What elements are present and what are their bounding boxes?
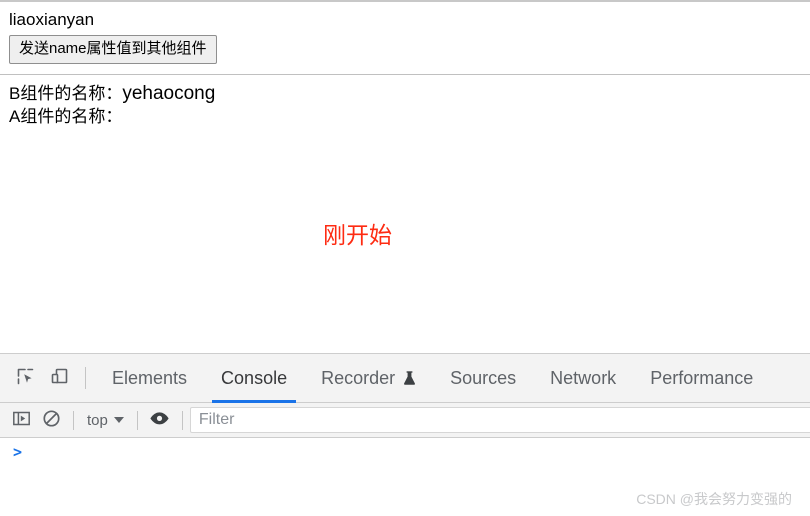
tabstrip-separator (85, 367, 86, 389)
console-context-selector[interactable]: top (81, 410, 130, 431)
console-output-area[interactable]: > CSDN @我会努力变强的 (0, 438, 810, 516)
device-toolbar-icon (49, 366, 70, 390)
toolbar-separator-2 (136, 410, 138, 430)
devtools-panel: Elements Console Recorder Sources Networ… (0, 353, 810, 516)
component-b-label: B组件的名称： (9, 84, 123, 103)
console-filter-placeholder: Filter (198, 411, 235, 428)
console-filter-input[interactable]: Filter (189, 407, 810, 433)
inspect-element-button[interactable] (8, 361, 42, 395)
console-sidebar-toggle-button[interactable] (6, 406, 36, 434)
tab-console-label: Console (221, 367, 288, 388)
toolbar-separator-3 (181, 410, 183, 430)
component-a-label: A组件的名称： (9, 107, 123, 126)
tab-performance[interactable]: Performance (633, 354, 770, 403)
devtools-tabstrip: Elements Console Recorder Sources Networ… (0, 354, 810, 403)
tab-performance-label: Performance (650, 367, 754, 388)
tab-elements-label: Elements (112, 367, 188, 388)
tab-sources[interactable]: Sources (433, 354, 533, 403)
component-b-row: B组件的名称：yehaocong (0, 75, 810, 105)
page-title: liaoxianyan (9, 10, 95, 29)
send-name-button[interactable]: 发送name属性值到其他组件 (9, 35, 217, 64)
device-toolbar-button[interactable] (42, 361, 76, 395)
status-highlight-text: 刚开始 (323, 222, 392, 248)
page-viewport: liaoxianyan 发送name属性值到其他组件 B组件的名称：yehaoc… (0, 0, 810, 353)
component-a-row: A组件的名称： (0, 105, 810, 128)
clear-console-icon (42, 409, 61, 431)
inspect-element-icon (15, 366, 36, 390)
experiment-flask-icon (403, 370, 416, 386)
console-toolbar: top Filter (0, 403, 810, 438)
tab-console[interactable]: Console (204, 354, 304, 403)
live-expression-button[interactable] (145, 406, 175, 434)
live-expression-eye-icon (149, 410, 170, 430)
tab-recorder[interactable]: Recorder (304, 354, 433, 403)
chevron-down-icon (113, 417, 124, 423)
console-sidebar-icon (12, 409, 31, 431)
console-prompt-row[interactable]: > (0, 438, 810, 460)
console-context-value: top (87, 411, 108, 429)
tab-recorder-label: Recorder (321, 367, 396, 388)
console-prompt-chevron-icon: > (13, 443, 23, 461)
tab-network-label: Network (550, 367, 617, 388)
csdn-watermark: CSDN @我会努力变强的 (636, 491, 792, 507)
tab-elements[interactable]: Elements (95, 354, 204, 403)
tab-network[interactable]: Network (533, 354, 633, 403)
tab-sources-label: Sources (450, 367, 517, 388)
toolbar-separator-1 (73, 410, 74, 430)
component-b-value: yehaocong (122, 83, 216, 104)
clear-console-button[interactable] (36, 406, 66, 434)
